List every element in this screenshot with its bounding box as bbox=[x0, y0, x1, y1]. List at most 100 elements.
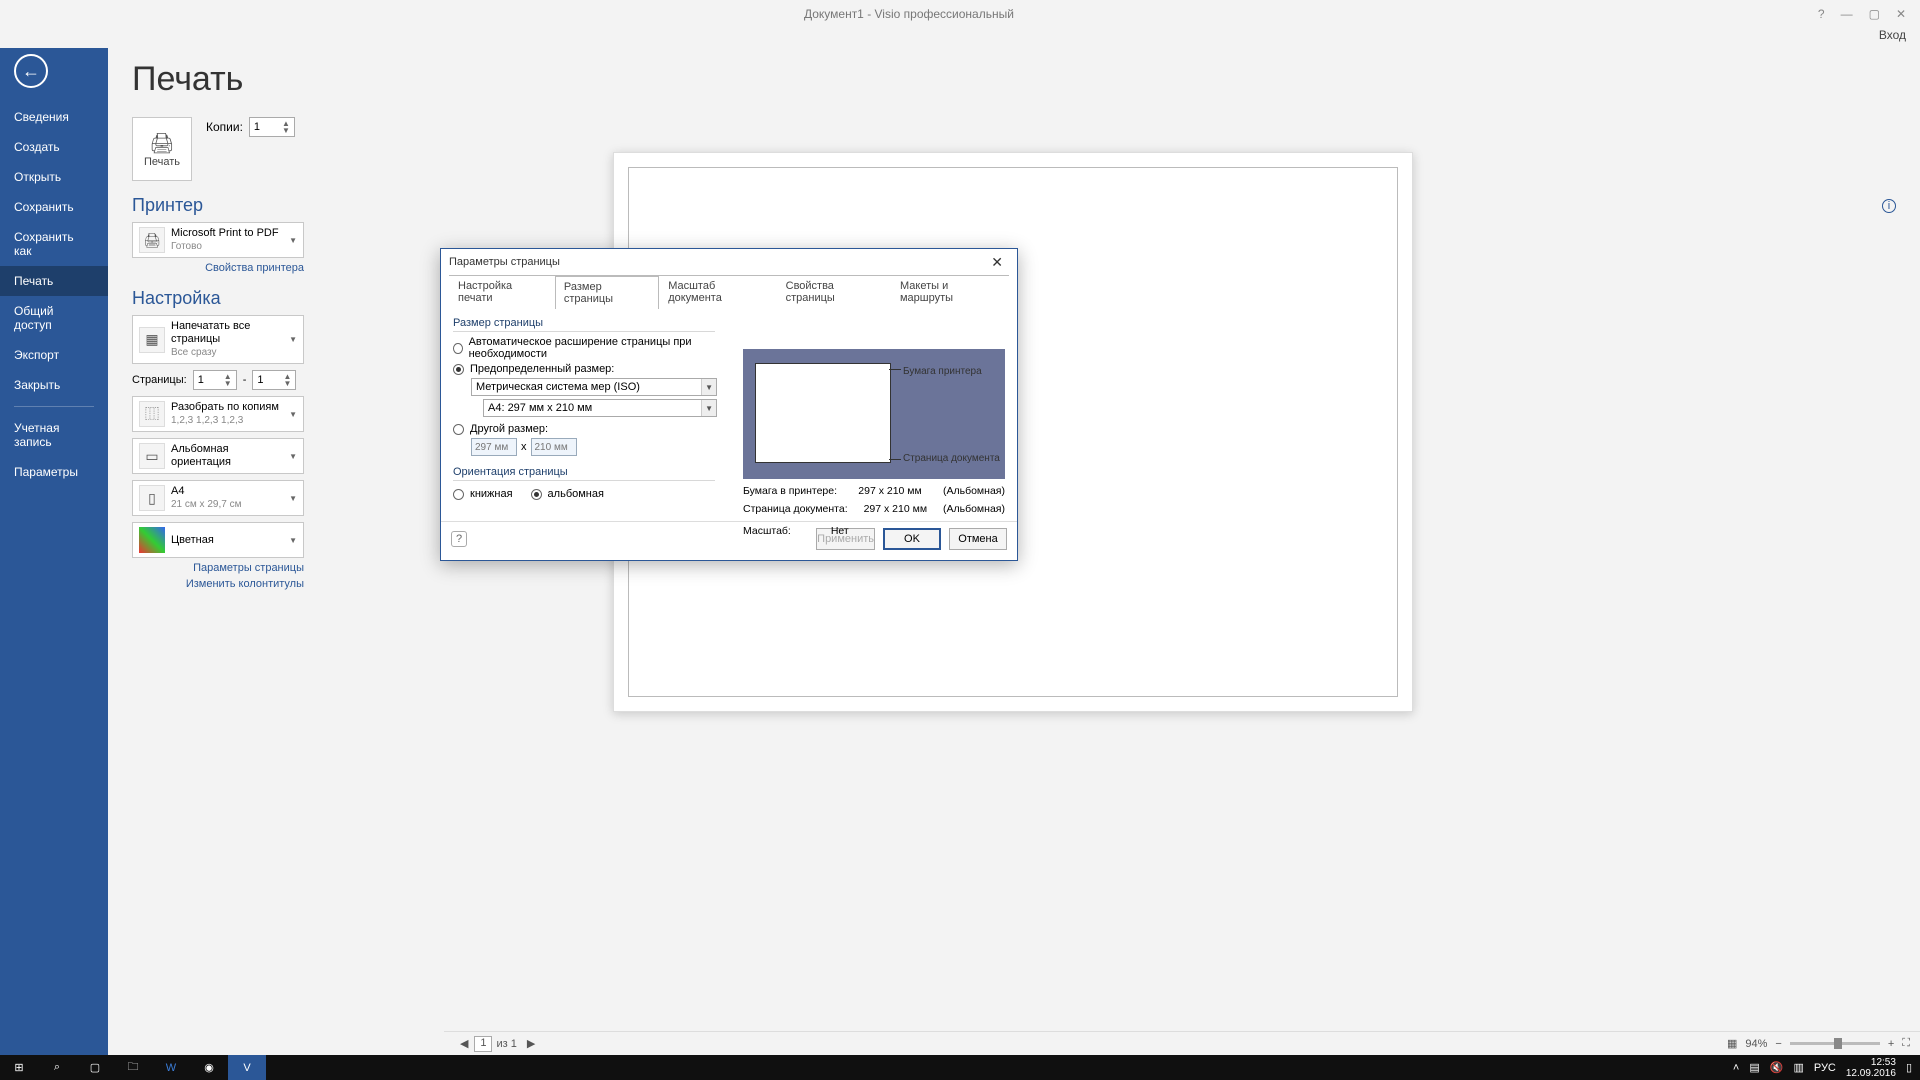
page-setup-link[interactable]: Параметры страницы bbox=[132, 562, 304, 574]
zoom-in-button[interactable]: + bbox=[1888, 1038, 1894, 1050]
preview-printer-paper-label: Бумага принтера bbox=[903, 365, 982, 379]
maximize-icon[interactable]: ▢ bbox=[1869, 7, 1880, 21]
page-number-input[interactable]: 1 bbox=[474, 1036, 492, 1052]
predefined-size-value: A4: 297 мм x 210 мм bbox=[488, 402, 592, 414]
papersize-select[interactable]: ▯ A4 21 см x 29,7 см ▼ bbox=[132, 480, 304, 516]
sidebar-item-export[interactable]: Экспорт bbox=[0, 340, 108, 370]
title-bar: Документ1 - Visio профессиональный ? ― ▢… bbox=[0, 0, 1920, 28]
radio-predefined[interactable]: Предопределенный размер: bbox=[453, 363, 725, 375]
printer-heading: Принтер bbox=[132, 195, 203, 216]
sidebar-item-open[interactable]: Открыть bbox=[0, 162, 108, 192]
tab-page-props[interactable]: Свойства страницы bbox=[777, 275, 891, 308]
word-icon[interactable]: W bbox=[152, 1055, 190, 1080]
minimize-icon[interactable]: ― bbox=[1841, 7, 1853, 21]
info-paper-orient: (Альбомная) bbox=[943, 485, 1005, 497]
radio-landscape[interactable]: альбомная bbox=[531, 488, 604, 500]
sidebar-item-share[interactable]: Общий доступ bbox=[0, 296, 108, 340]
predefined-size-select[interactable]: A4: 297 мм x 210 мм ▼ bbox=[483, 399, 717, 417]
custom-height-input[interactable]: 210 мм bbox=[531, 438, 577, 456]
zoom-to-page-icon[interactable]: ⛶ bbox=[1902, 1037, 1910, 1050]
zoom-out-button[interactable]: − bbox=[1775, 1038, 1781, 1050]
tray-chevron-up-icon[interactable]: ˄ bbox=[1733, 1062, 1739, 1074]
headers-footers-link[interactable]: Изменить колонтитулы bbox=[132, 578, 304, 590]
fit-page-icon[interactable]: ▦ bbox=[1727, 1037, 1737, 1050]
info-doc-orient: (Альбомная) bbox=[943, 503, 1005, 515]
dialog-help-button[interactable]: ? bbox=[451, 531, 467, 547]
chrome-icon[interactable]: ◉ bbox=[190, 1055, 228, 1080]
login-link[interactable]: Вход bbox=[1879, 28, 1906, 42]
collate-main: Разобрать по копиям bbox=[171, 401, 289, 414]
measurement-system-select[interactable]: Метрическая система мер (ISO)▼ bbox=[471, 378, 717, 396]
pages-to-value: 1 bbox=[257, 374, 263, 386]
sidebar-item-account[interactable]: Учетная запись bbox=[0, 413, 108, 457]
info-scale-label: Масштаб: bbox=[743, 525, 791, 537]
tray-notifications-icon[interactable]: ▥ bbox=[1793, 1061, 1803, 1074]
file-explorer-icon[interactable]: 🗀 bbox=[114, 1055, 152, 1080]
tray-volume-icon[interactable]: 🔇 bbox=[1770, 1061, 1784, 1074]
sidebar-item-saveas[interactable]: Сохранить как bbox=[0, 222, 108, 266]
color-select[interactable]: Цветная ▼ bbox=[132, 522, 304, 558]
info-scale-val: Нет bbox=[831, 525, 849, 537]
page-icon: ▯ bbox=[139, 485, 165, 511]
visio-icon[interactable]: V bbox=[228, 1055, 266, 1080]
close-icon[interactable]: ✕ bbox=[1896, 7, 1906, 21]
sidebar-item-print[interactable]: Печать bbox=[0, 266, 108, 296]
pages-from-stepper[interactable]: 1 ▲▼ bbox=[193, 370, 237, 390]
orientation-main: Альбомная ориентация bbox=[171, 443, 289, 469]
sidebar-item-save[interactable]: Сохранить bbox=[0, 192, 108, 222]
chevron-down-icon: ▼ bbox=[701, 400, 716, 416]
tray-language[interactable]: РУС bbox=[1814, 1062, 1836, 1074]
zoom-label: 94% bbox=[1745, 1038, 1767, 1050]
radio-portrait[interactable]: книжная bbox=[453, 488, 513, 500]
chevron-down-icon: ▼ bbox=[289, 536, 297, 545]
pages-label: Страницы: bbox=[132, 374, 187, 386]
orientation-select[interactable]: ▭ Альбомная ориентация ▼ bbox=[132, 438, 304, 474]
radio-custom-size[interactable]: Другой размер: bbox=[453, 423, 725, 435]
tab-print-setup[interactable]: Настройка печати bbox=[449, 275, 555, 308]
copies-stepper[interactable]: 1 ▲▼ bbox=[249, 117, 295, 137]
task-view-icon[interactable]: ▢ bbox=[76, 1055, 114, 1080]
printer-select[interactable]: 🖨 Microsoft Print to PDF Готово ▼ bbox=[132, 222, 304, 258]
copies-label: Копии: bbox=[206, 120, 243, 134]
custom-width-input[interactable]: 297 мм bbox=[471, 438, 517, 456]
zoom-slider[interactable] bbox=[1790, 1042, 1880, 1045]
print-button-label: Печать bbox=[144, 156, 180, 168]
sidebar-item-new[interactable]: Создать bbox=[0, 132, 108, 162]
radio-portrait-label: книжная bbox=[470, 488, 513, 500]
start-button[interactable]: ⊞ bbox=[0, 1055, 38, 1080]
tab-doc-scale[interactable]: Масштаб документа bbox=[659, 275, 776, 308]
tab-page-size[interactable]: Размер страницы bbox=[555, 276, 659, 309]
scope-select[interactable]: ▦ Напечатать все страницы Все сразу ▼ bbox=[132, 315, 304, 364]
tray-clock[interactable]: 12:53 12.09.2016 bbox=[1846, 1057, 1896, 1079]
next-page-button[interactable]: ▶ bbox=[521, 1037, 541, 1050]
sidebar-item-options[interactable]: Параметры bbox=[0, 457, 108, 487]
help-icon[interactable]: ? bbox=[1818, 7, 1825, 21]
info-icon[interactable]: i bbox=[1882, 199, 1896, 213]
sidebar-divider bbox=[14, 406, 94, 407]
group-page-size: Размер страницы bbox=[453, 317, 715, 332]
pages-icon: ▦ bbox=[139, 327, 165, 353]
arrow-left-icon: ← bbox=[22, 61, 40, 82]
setup-heading: Настройка bbox=[132, 288, 221, 309]
preview-paper-rect bbox=[755, 363, 891, 463]
search-icon[interactable]: ⌕ bbox=[38, 1055, 76, 1080]
sidebar-item-info[interactable]: Сведения bbox=[0, 102, 108, 132]
printer-properties-link[interactable]: Свойства принтера bbox=[132, 262, 304, 274]
pages-to-stepper[interactable]: 1 ▲▼ bbox=[252, 370, 296, 390]
print-button[interactable]: 🖨 Печать bbox=[132, 117, 192, 181]
copies-value: 1 bbox=[254, 121, 260, 133]
windows-taskbar: ⊞ ⌕ ▢ 🗀 W ◉ V ˄ ▤ 🔇 ▥ РУС 12:53 12.09.20… bbox=[0, 1055, 1920, 1080]
back-button[interactable]: ← bbox=[14, 54, 48, 88]
papersize-sub: 21 см x 29,7 см bbox=[171, 498, 289, 511]
prev-page-button[interactable]: ◀ bbox=[454, 1037, 474, 1050]
radio-auto-expand[interactable]: Автоматическое расширение страницы при н… bbox=[453, 336, 725, 360]
tray-network-icon[interactable]: ▤ bbox=[1749, 1061, 1759, 1074]
collate-select[interactable]: ⿲ Разобрать по копиям 1,2,3 1,2,3 1,2,3 … bbox=[132, 396, 304, 432]
action-center-icon[interactable]: ▯ bbox=[1906, 1061, 1912, 1074]
dialog-close-button[interactable]: ✕ bbox=[985, 252, 1009, 273]
sidebar-item-close[interactable]: Закрыть bbox=[0, 370, 108, 400]
group-orientation: Ориентация страницы bbox=[453, 466, 715, 481]
info-paper-label: Бумага в принтере: bbox=[743, 485, 837, 497]
chevron-down-icon: ▼ bbox=[289, 410, 297, 419]
tab-layouts[interactable]: Макеты и маршруты bbox=[891, 275, 1009, 308]
